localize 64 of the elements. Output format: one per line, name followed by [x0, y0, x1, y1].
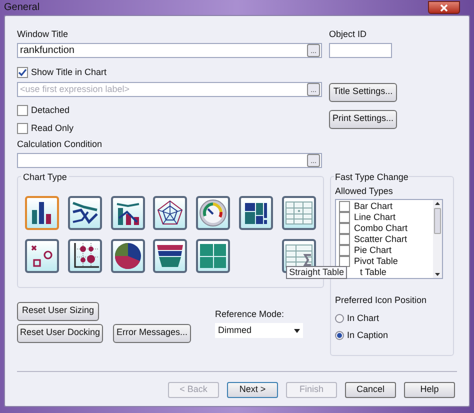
fast-type-change-title: Fast Type Change [334, 170, 410, 184]
reference-mode-dropdown[interactable]: Dimmed [215, 323, 303, 338]
grid-chart-button[interactable] [68, 238, 102, 272]
allowed-type-label: t Table [360, 268, 386, 277]
radio-label: In Chart [347, 312, 380, 324]
checkbox[interactable] [17, 105, 28, 116]
icon-position-label: Preferred Icon Position [335, 294, 428, 307]
window-title-label: Window Title [17, 28, 70, 41]
radio-button[interactable] [335, 331, 344, 340]
allowed-type-label: Combo Chart [354, 224, 408, 233]
allowed-type-label: Pie Chart [354, 246, 392, 255]
allowed-type-label: Scatter Chart [354, 235, 408, 244]
close-icon [440, 4, 448, 12]
checkbox[interactable] [339, 245, 350, 256]
object-id-field[interactable] [329, 42, 392, 58]
checkbox[interactable] [339, 256, 350, 267]
block-chart-button[interactable] [196, 238, 230, 272]
scroll-down-icon [435, 273, 440, 276]
allowed-type-label: Bar Chart [354, 202, 393, 211]
wizard-button[interactable]: Help [404, 382, 455, 398]
error-messages-button[interactable]: Error Messages... [113, 324, 191, 342]
checkbox[interactable] [339, 234, 350, 245]
wizard-button[interactable]: Cancel [345, 382, 396, 398]
chart-type-title: Chart Type [21, 170, 69, 184]
radar-chart-button[interactable] [153, 196, 188, 230]
option-label: Read Only [31, 122, 74, 135]
reset-user-sizing-button[interactable]: Reset User Sizing [17, 302, 99, 320]
gauge-chart-button[interactable] [196, 196, 230, 230]
gauge-chart-icon [198, 198, 228, 228]
pivot-chart-button[interactable] [282, 196, 316, 230]
checkbox[interactable] [17, 66, 28, 78]
wizard-button[interactable]: Next > [227, 382, 278, 398]
radio-label: In Caption [347, 329, 388, 342]
calculation-condition-label: Calculation Condition [17, 138, 104, 151]
title-settings-button[interactable]: Title Settings... [329, 82, 397, 102]
caret-icon [294, 328, 300, 332]
radar-chart-icon [155, 198, 186, 228]
combo-chart-button[interactable] [110, 196, 145, 230]
checkbox[interactable] [339, 212, 350, 223]
bar-chart-button[interactable] [25, 196, 59, 230]
allowed-type-label: Pivot Table [354, 257, 398, 266]
checkbox[interactable] [339, 201, 350, 212]
allowed-types-label: Allowed Types [335, 184, 394, 198]
window-title: General [4, 1, 40, 15]
pie-chart-button[interactable] [110, 238, 145, 272]
reset-user-docking-button[interactable]: Reset User Docking [17, 324, 103, 342]
line-chart-button[interactable] [68, 196, 102, 230]
scrollbar[interactable] [433, 200, 442, 278]
funnel-chart-button[interactable] [153, 238, 188, 272]
checkbox[interactable] [339, 223, 350, 234]
print-settings-button[interactable]: Print Settings... [329, 110, 397, 128]
show-title-label: Show Title in Chart [31, 66, 107, 78]
tooltip: Straight Table [286, 266, 347, 279]
scatter-chart-button[interactable] [25, 238, 59, 272]
option-label: Detached [31, 104, 70, 117]
object-id-label: Object ID [329, 28, 368, 41]
radio-button[interactable] [335, 314, 344, 323]
mekko-chart-button[interactable] [239, 196, 274, 230]
scroll-up-icon [435, 202, 440, 205]
allowed-type-label: Line Chart [354, 213, 396, 222]
checkbox[interactable] [17, 122, 28, 134]
reference-mode-label: Reference Mode: [215, 308, 286, 320]
close-button[interactable] [428, 1, 460, 14]
pie-chart-icon [112, 240, 143, 270]
